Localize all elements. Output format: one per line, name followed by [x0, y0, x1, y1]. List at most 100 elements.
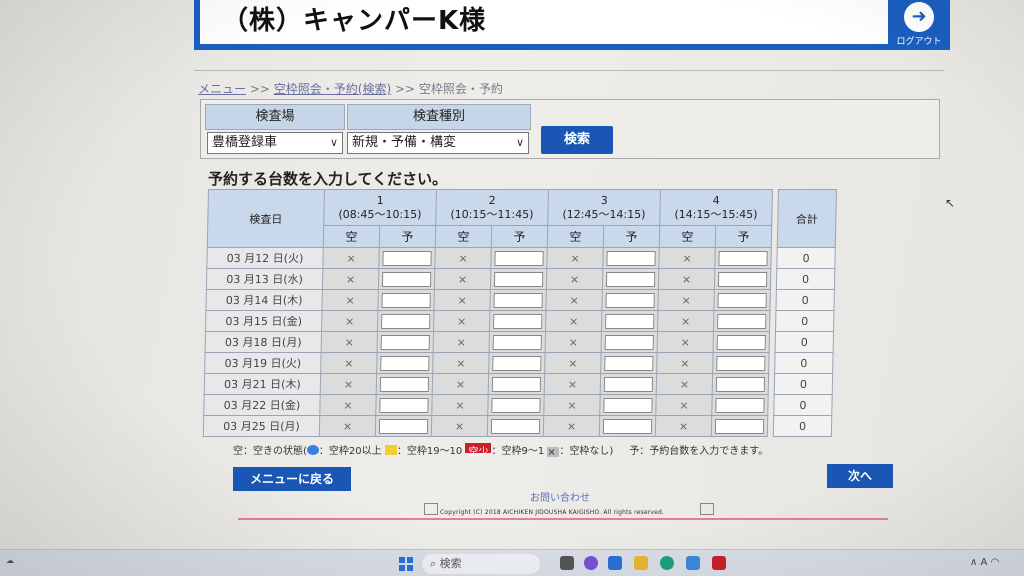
breadcrumb-separator: >> — [394, 82, 416, 96]
back-to-menu-button[interactable]: メニューに戻る — [233, 467, 351, 491]
reserve-cell — [489, 331, 546, 353]
reserve-cell — [490, 268, 547, 290]
search-icon: ⌕ — [430, 557, 437, 570]
slot-header: 2 (10:15～11:45) — [435, 189, 549, 226]
reserve-count-input[interactable] — [717, 292, 767, 308]
reserve-count-input[interactable] — [491, 397, 541, 413]
reserve-count-input[interactable] — [493, 313, 543, 329]
reserve-count-input[interactable] — [605, 313, 655, 329]
taskview-icon[interactable] — [560, 556, 574, 570]
reserve-count-input[interactable] — [603, 397, 653, 413]
availability-mark: × — [658, 268, 715, 290]
reserve-count-input[interactable] — [715, 376, 766, 392]
availability-mark: × — [544, 352, 602, 374]
reserve-count-input[interactable] — [379, 376, 430, 392]
reserve-count-input[interactable] — [378, 418, 429, 434]
reserve-count-input[interactable] — [381, 271, 432, 287]
store-icon[interactable] — [608, 556, 622, 570]
inspection-type-select[interactable]: 新規・予備・構変 ∨ — [347, 132, 529, 154]
reserve-cell — [599, 415, 656, 437]
row-total: 0 — [775, 331, 834, 353]
breadcrumb: メニュー >> 空枠照会・予約(検索) >> 空枠照会・予約 — [198, 80, 503, 97]
total-column-header: 合計 — [777, 189, 837, 248]
reserve-cell — [488, 352, 546, 374]
reserve-cell — [714, 247, 772, 269]
availability-mark: × — [546, 247, 604, 269]
reserve-cell — [712, 352, 770, 374]
reserve-count-input[interactable] — [380, 355, 430, 371]
reserve-count-input[interactable] — [490, 418, 541, 434]
reservation-table-body: 03 月12 日(火) × × × × 0 03 月13 日(水) × × × × 0 03 月14 日… — [203, 247, 836, 437]
slot-number: 2 — [488, 193, 496, 207]
chevron-down-icon: ∨ — [329, 136, 338, 149]
next-button[interactable]: 次へ — [827, 464, 893, 488]
contact-link[interactable]: お問い合わせ — [530, 489, 590, 504]
edge-icon[interactable] — [660, 556, 674, 570]
reserve-count-input[interactable] — [492, 334, 542, 350]
reserve-count-input[interactable] — [492, 355, 542, 371]
inspection-site-select[interactable]: 豊橋登録車 ∨ — [207, 132, 343, 154]
reserve-count-input[interactable] — [605, 292, 655, 308]
reserve-cell — [711, 394, 769, 416]
chat-icon[interactable] — [584, 556, 598, 570]
reserve-cell — [375, 394, 433, 416]
availability-mark: × — [321, 331, 378, 353]
row-total: 0 — [774, 373, 833, 395]
row-total: 0 — [773, 415, 832, 437]
inspection-type-value: 新規・予備・構変 — [352, 135, 457, 150]
reserve-count-input[interactable] — [716, 355, 766, 371]
reserve-cell — [713, 331, 770, 353]
reserve-count-input[interactable] — [493, 292, 543, 308]
ime-indicator: A — [980, 557, 988, 568]
logout-label: ログアウト — [896, 37, 942, 47]
logo-icon — [424, 503, 438, 515]
availability-mark: × — [432, 352, 490, 374]
folder-icon[interactable] — [634, 556, 648, 570]
reserve-count-input[interactable] — [714, 418, 765, 434]
reserve-count-input[interactable] — [602, 418, 653, 434]
reserve-count-input[interactable] — [717, 313, 767, 329]
reserve-count-input[interactable] — [716, 334, 766, 350]
reserve-count-input[interactable] — [604, 355, 654, 371]
app-icon[interactable] — [712, 556, 726, 570]
system-tray[interactable]: ∧ A ◠ — [970, 557, 999, 568]
footer-line — [238, 518, 888, 520]
table-row: 03 月14 日(木) × × × × 0 — [205, 289, 835, 311]
weather-icon[interactable]: ☁ — [6, 556, 14, 565]
table-row: 03 月25 日(月) × × × × 0 — [203, 415, 832, 437]
reserve-count-input[interactable] — [381, 313, 431, 329]
reserve-count-input[interactable] — [715, 397, 765, 413]
row-total: 0 — [776, 247, 836, 269]
reserve-count-input[interactable] — [605, 271, 656, 287]
reserve-count-input[interactable] — [380, 334, 430, 350]
breadcrumb-search-link[interactable]: 空枠照会・予約(検索) — [274, 82, 391, 96]
wifi-icon: ◠ — [990, 557, 1000, 568]
reserve-count-input[interactable] — [604, 334, 654, 350]
reserve-count-input[interactable] — [381, 292, 431, 308]
logout-button[interactable]: ➜ ログアウト — [888, 0, 950, 50]
taskbar-search-input[interactable]: ⌕ 検索 — [422, 554, 540, 574]
reservation-table: 検査日 1 (08:45～10:15) 2 (10:15～11:45) 3 (1… — [203, 189, 837, 437]
reserve-count-input[interactable] — [494, 250, 544, 266]
availability-mark: × — [321, 310, 378, 332]
app-icon[interactable] — [686, 556, 700, 570]
availability-mark: × — [433, 331, 490, 353]
reserve-cell — [489, 310, 546, 332]
availability-mark: × — [320, 373, 377, 395]
reserve-count-input[interactable] — [382, 250, 432, 266]
reserve-count-input[interactable] — [493, 271, 544, 287]
availability-mark: × — [434, 268, 491, 290]
search-button[interactable]: 検索 — [541, 126, 613, 154]
available-column-header: 空 — [659, 225, 716, 248]
breadcrumb-menu-link[interactable]: メニュー — [198, 82, 246, 96]
reserve-count-input[interactable] — [491, 376, 542, 392]
instruction-text: 予約する台数を入力してください。 — [208, 170, 448, 188]
inspection-date: 03 月15 日(金) — [205, 310, 322, 332]
reserve-count-input[interactable] — [379, 397, 429, 413]
reserve-count-input[interactable] — [717, 271, 768, 287]
reserve-count-input[interactable] — [603, 376, 654, 392]
reserve-count-input[interactable] — [606, 250, 656, 266]
date-column-header: 検査日 — [207, 189, 325, 248]
windows-start-icon[interactable] — [399, 557, 413, 571]
reserve-count-input[interactable] — [718, 250, 768, 266]
